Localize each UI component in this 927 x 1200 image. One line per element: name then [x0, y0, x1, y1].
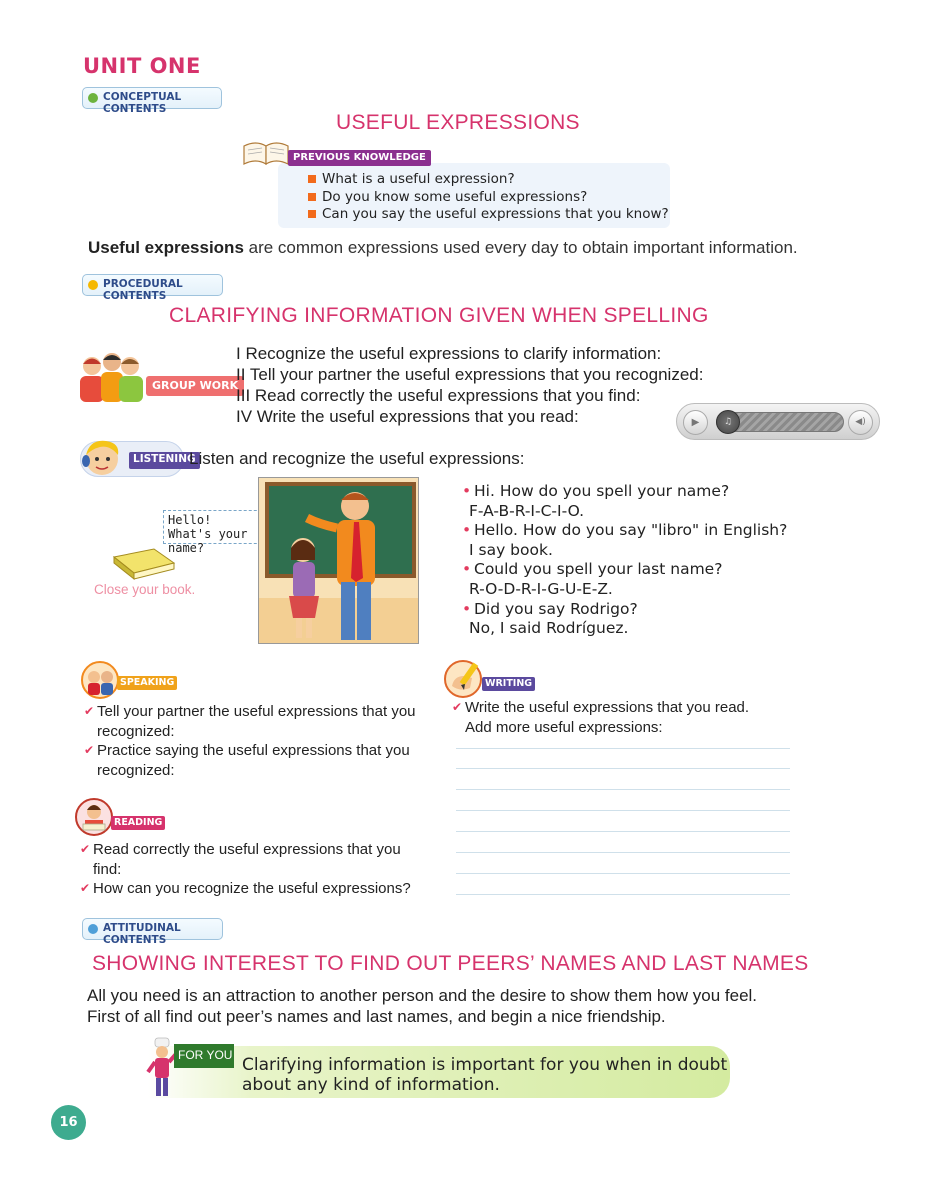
dialogue-answer: No, I said Rodríguez. [469, 619, 629, 638]
speaking-kids-icon [81, 661, 119, 699]
useful-expressions-heading: USEFUL EXPRESSIONS [336, 111, 580, 134]
page-number-badge: 16 [51, 1105, 86, 1140]
listening-boy-icon [82, 440, 119, 475]
listening-instruction: Listen and recognize the useful expressi… [189, 449, 525, 468]
step-item: I Recognize the useful expressions to cl… [236, 344, 662, 363]
for-you-text: Clarifying information is important for … [242, 1055, 727, 1095]
speaking-list: Tell your partner the useful expressions… [84, 702, 434, 780]
list-item: Can you say the useful expressions that … [308, 206, 670, 224]
conceptual-contents-tag: CONCEPTUAL CONTENTS [82, 87, 222, 115]
writing-line-2: Add more useful expressions: [465, 718, 663, 736]
procedural-contents-tag: PROCEDURAL CONTENTS [82, 274, 223, 302]
paragraph-line: Clarifying information is important for … [242, 1055, 728, 1075]
writing-answer-line[interactable] [456, 831, 790, 832]
writing-answer-line[interactable] [456, 810, 790, 811]
tag-dot-icon [88, 280, 98, 290]
paragraph-line: First of all find out peer’s names and l… [87, 1007, 666, 1026]
step-item: IV Write the useful expressions that you… [236, 407, 579, 426]
tag-dot-icon [88, 93, 98, 103]
dialogue-list: Hi. How do you spell your name? F-A-B-R-… [462, 482, 787, 639]
play-icon[interactable]: ▶ [683, 410, 708, 435]
attitudinal-paragraph: All you need is an attraction to another… [87, 985, 757, 1027]
writing-answer-line[interactable] [456, 748, 790, 749]
previous-knowledge-label: PREVIOUS KNOWLEDGE [288, 150, 431, 166]
writing-line-1: Write the useful expressions that you re… [465, 699, 750, 716]
showing-interest-heading: SHOWING INTEREST TO FIND OUT PEERS’ NAME… [92, 952, 809, 975]
attitudinal-contents-tag: ATTITUDINAL CONTENTS [82, 918, 223, 946]
dialogue-question: Could you spell your last name? [462, 560, 787, 580]
tag-dot-icon [88, 924, 98, 934]
clarifying-heading: CLARIFYING INFORMATION GIVEN WHEN SPELLI… [169, 304, 709, 327]
list-item: What is a useful expression? [308, 171, 670, 189]
intro-bold-term: Useful expressions [88, 238, 244, 257]
kids-group-icon [80, 353, 143, 402]
intro-text: are common expressions used every day to… [243, 238, 798, 257]
reading-girl-icon [75, 798, 113, 836]
reading-label: READING [111, 816, 166, 830]
dialogue-answer: F-A-B-R-I-C-I-O. [469, 501, 585, 520]
open-book-icon [243, 142, 289, 166]
classroom-illustration [258, 477, 419, 644]
volume-icon[interactable]: ◀) [848, 410, 873, 435]
tag-label: CONCEPTUAL CONTENTS [103, 91, 182, 115]
tag-label: ATTITUDINAL CONTENTS [103, 922, 181, 946]
step-item: II Tell your partner the useful expressi… [236, 365, 704, 384]
writing-answer-line[interactable] [456, 894, 790, 895]
intro-paragraph: Useful expressions are common expression… [88, 238, 798, 258]
writing-answer-line[interactable] [456, 768, 790, 769]
teacher-and-student-drawing [259, 478, 418, 643]
group-work-label: GROUP WORK [146, 376, 245, 396]
tag-label: PROCEDURAL CONTENTS [103, 278, 183, 302]
audio-scrubber-handle[interactable]: ♫ [716, 410, 740, 434]
speaking-label: SPEAKING [117, 676, 178, 690]
checklist-item: Practice saying the useful expressions t… [84, 741, 434, 780]
dialogue-answer: R-O-D-R-I-G-U-E-Z. [469, 579, 613, 598]
checklist-item: Tell your partner the useful expressions… [84, 702, 434, 741]
writing-answer-line[interactable] [456, 852, 790, 853]
checklist-item: Write the useful expressions that you re… [452, 698, 802, 737]
dialogue-question: Hi. How do you spell your name? [462, 482, 787, 502]
reading-list: Read correctly the useful expressions th… [80, 840, 430, 899]
paragraph-line: All you need is an attraction to another… [87, 986, 758, 1005]
dialogue-question: Hello. How do you say "libro" in English… [462, 521, 787, 541]
writing-instructions: Write the useful expressions that you re… [452, 698, 802, 737]
unit-title: UNIT ONE [83, 54, 201, 78]
checklist-item: How can you recognize the useful express… [80, 879, 430, 899]
hand-pencil-icon [444, 660, 482, 698]
audio-player[interactable]: ▶ ♫ ◀) [676, 403, 880, 440]
paragraph-line: about any kind of information. [242, 1075, 500, 1095]
close-book-caption: Close your book. [94, 582, 196, 597]
previous-knowledge-list: What is a useful expression? Do you know… [278, 163, 670, 224]
writing-label: WRITING [482, 677, 536, 691]
dialogue-question: Did you say Rodrigo? [462, 600, 787, 620]
writing-answer-line[interactable] [456, 873, 790, 874]
group-work-steps: I Recognize the useful expressions to cl… [236, 343, 703, 427]
checklist-item: Read correctly the useful expressions th… [80, 840, 430, 879]
previous-knowledge-box: What is a useful expression? Do you know… [278, 163, 670, 228]
closed-book-icon [112, 548, 176, 581]
list-item: Do you know some useful expressions? [308, 189, 670, 207]
for-you-label: FOR YOU [174, 1044, 234, 1068]
writing-answer-line[interactable] [456, 789, 790, 790]
dialogue-answer: I say book. [469, 540, 553, 559]
step-item: III Read correctly the useful expression… [236, 386, 641, 405]
